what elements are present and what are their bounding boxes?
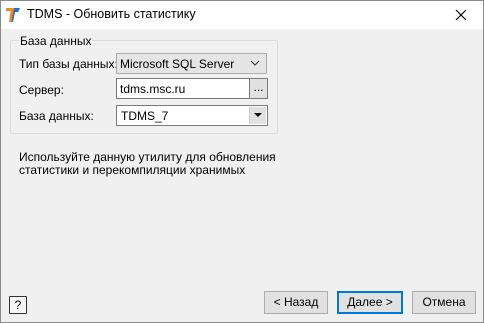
tdms-app-icon <box>6 8 20 22</box>
help-button[interactable]: ? <box>9 296 27 314</box>
window-title: TDMS - Обновить статистику <box>27 7 196 21</box>
database-label: База данных: <box>19 109 94 123</box>
server-input[interactable]: tdms.msc.ru <box>116 78 250 99</box>
database-value: TDMS_7 <box>121 109 169 123</box>
description-text: Используйте данную утилиту для обновлени… <box>19 150 276 177</box>
db-type-select[interactable]: Microsoft SQL Server <box>116 53 267 74</box>
close-icon <box>455 9 467 21</box>
chevron-down-icon <box>250 60 260 66</box>
server-value: tdms.msc.ru <box>120 82 186 96</box>
database-dropdown-button[interactable] <box>249 107 266 124</box>
back-button[interactable]: < Назад <box>264 291 328 314</box>
server-label: Сервер: <box>19 83 64 97</box>
close-button[interactable] <box>439 1 483 29</box>
dropdown-arrow-icon <box>254 113 262 117</box>
dialog-window: TDMS - Обновить статистику База данных Т… <box>0 0 484 323</box>
next-button[interactable]: Далее > <box>337 291 403 314</box>
db-type-value: Microsoft SQL Server <box>120 57 235 71</box>
database-combobox[interactable]: TDMS_7 <box>116 105 268 126</box>
database-group-legend: База данных <box>19 34 93 48</box>
db-type-label: Тип базы данных: <box>19 57 118 71</box>
title-bar[interactable]: TDMS - Обновить статистику <box>1 1 483 29</box>
browse-server-button[interactable]: ... <box>249 78 268 99</box>
cancel-button[interactable]: Отмена <box>412 291 476 314</box>
